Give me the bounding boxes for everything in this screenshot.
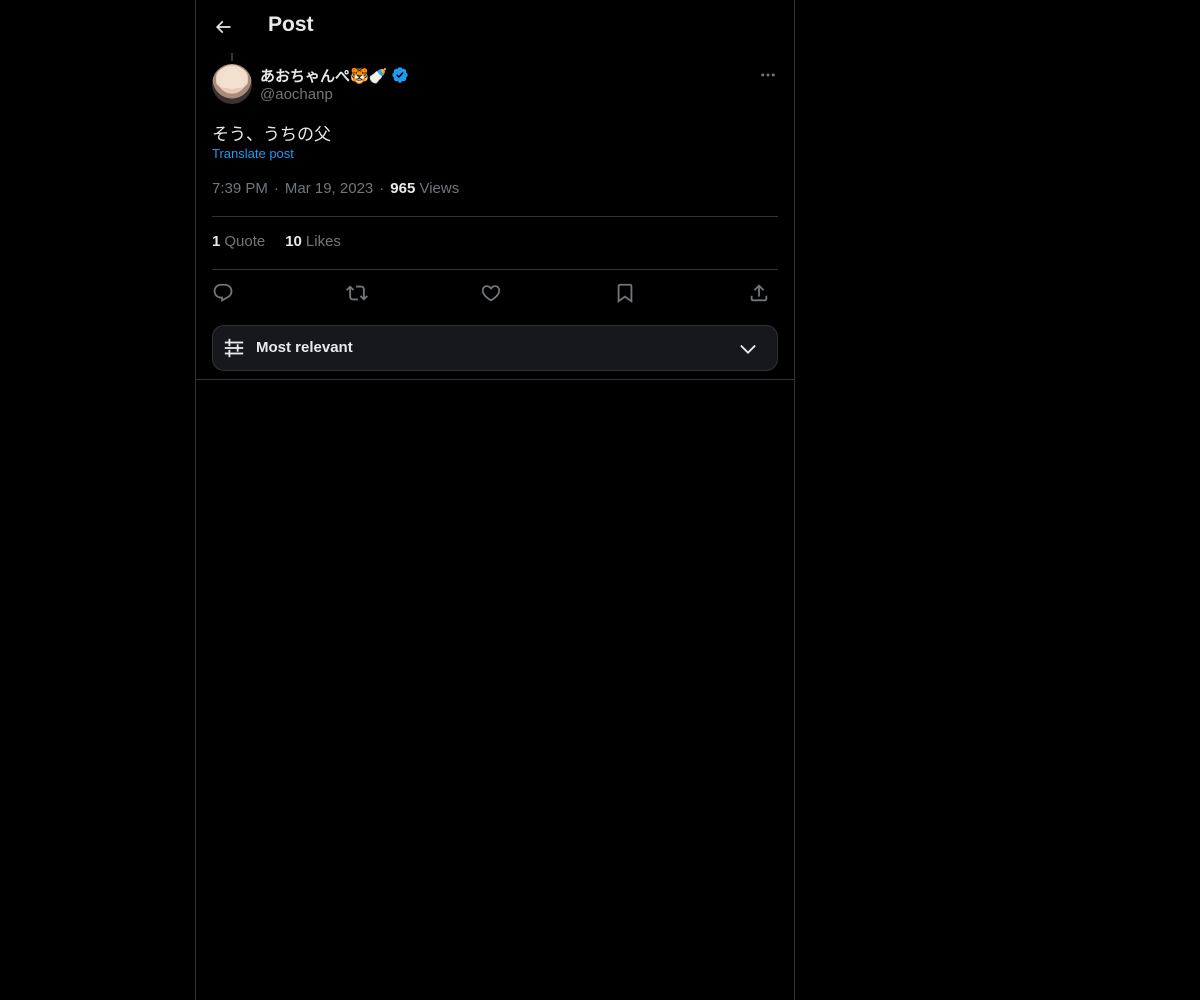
post-date[interactable]: Mar 19, 2023 <box>285 180 373 197</box>
sort-label: Most relevant <box>256 339 353 356</box>
primary-column: Post あおちゃんぺ🐯🍼 @aochanp そう、うちの父 Translate… <box>195 0 795 1000</box>
bookmark-button[interactable] <box>612 280 638 306</box>
quotes-count: 1 <box>212 233 221 250</box>
post-meta: 7:39 PM · Mar 19, 2023 · 965 Views <box>212 180 459 197</box>
post-actions <box>212 280 778 306</box>
likes-label: Likes <box>305 233 341 250</box>
avatar-image <box>216 66 248 88</box>
divider <box>212 269 778 270</box>
author-name-row: あおちゃんぺ🐯🍼 <box>260 64 409 86</box>
translate-post-link[interactable]: Translate post <box>212 146 294 161</box>
engagement-stats: 1 Quote 10 Likes <box>212 233 341 250</box>
bookmark-icon <box>614 282 636 304</box>
page-title: Post <box>268 13 314 36</box>
author-display-name[interactable]: あおちゃんぺ🐯🍼 <box>260 65 387 86</box>
post-time[interactable]: 7:39 PM <box>212 180 268 197</box>
quotes-stat[interactable]: 1 Quote <box>212 233 265 250</box>
arrow-left-icon <box>213 17 233 37</box>
chevron-down-icon <box>737 338 759 360</box>
divider <box>196 379 794 380</box>
views-count: 965 <box>390 180 416 197</box>
share-icon <box>748 282 770 304</box>
share-button[interactable] <box>746 280 772 306</box>
author-handle[interactable]: @aochanp <box>260 86 333 103</box>
divider <box>212 216 778 217</box>
reply-icon <box>212 282 234 304</box>
more-options-button[interactable] <box>756 64 780 86</box>
repost-icon <box>346 282 368 304</box>
page-header: Post <box>196 0 794 53</box>
more-dots-icon <box>759 66 777 84</box>
quotes-label: Quote <box>224 233 266 250</box>
sliders-icon <box>223 337 245 359</box>
like-button[interactable] <box>478 280 504 306</box>
post-text: そう、うちの父 <box>212 125 331 145</box>
likes-count: 10 <box>285 233 302 250</box>
back-button[interactable] <box>206 10 240 44</box>
views-stat: 965 Views <box>390 180 459 197</box>
avatar[interactable] <box>212 64 252 104</box>
meta-separator: · <box>273 180 279 197</box>
reply-button[interactable] <box>210 280 236 306</box>
meta-separator: · <box>379 180 385 197</box>
replies-sort-dropdown[interactable]: Most relevant <box>212 325 778 371</box>
thread-connector-line <box>231 53 233 61</box>
heart-icon <box>480 282 502 304</box>
verified-badge-icon[interactable] <box>391 66 409 84</box>
likes-stat[interactable]: 10 Likes <box>285 233 341 250</box>
repost-button[interactable] <box>344 280 370 306</box>
views-label: Views <box>419 180 460 197</box>
